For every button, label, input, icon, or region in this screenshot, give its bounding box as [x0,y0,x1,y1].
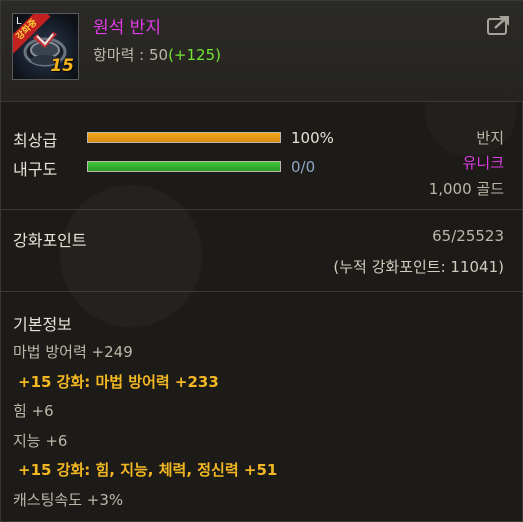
quality-bar-fill [88,133,280,142]
item-icon[interactable]: 강화중 L 15 [12,13,79,80]
durability-value: 0/0 [291,158,316,176]
share-icon[interactable] [486,13,512,37]
item-name: 원석 반지 [93,18,161,38]
divider [1,209,523,210]
item-type: 반지 [476,129,504,147]
item-tooltip: 강화중 L 15 원석 반지 항마력 : 50(+125) 최상급 100% 반… [0,0,523,522]
enhance-points-value: 65/25523 [432,227,504,245]
enhance-bonus-line: +15 강화: 마법 방어력 +233 [18,373,219,391]
stat-line: 지능 +6 [13,432,68,450]
item-price: 1,000 골드 [428,180,504,198]
item-header: 강화중 L 15 원석 반지 항마력 : 50(+125) [1,1,523,102]
durability-bar [87,161,281,172]
divider [1,291,523,292]
item-rarity: 유니크 [462,154,504,172]
durability-bar-fill [88,162,280,171]
quality-label: 최상급 [13,131,58,150]
enhance-level-badge: 15 [50,56,74,76]
enhance-points-cumulative: (누적 강화포인트: 11041) [333,258,504,276]
stat-line: 마법 방어력 +249 [13,343,133,361]
enhance-bonus-line: +15 강화: 힘, 지능, 체력, 정신력 +51 [18,461,278,479]
quality-bar [87,132,281,143]
grade-corner-label: L [16,16,22,27]
item-primary-stat: 항마력 : 50(+125) [93,44,221,65]
quality-value: 100% [291,129,334,147]
stat-label: 항마력 : 50 [93,46,169,64]
stat-line: 힘 +6 [13,402,54,420]
stat-bonus: (+125) [168,46,221,64]
stat-line: 캐스팅속도 +3% [13,491,124,509]
durability-label: 내구도 [13,160,58,179]
enhance-points-label: 강화포인트 [13,231,87,250]
basic-info-title: 기본정보 [13,315,72,334]
